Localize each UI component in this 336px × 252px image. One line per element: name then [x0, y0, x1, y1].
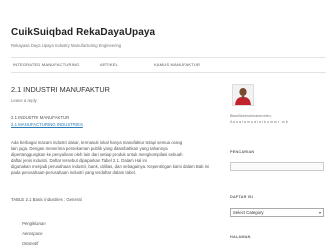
author-salam: A s s a l a m u a l a i k u m w r . w b …: [230, 120, 290, 124]
table-caption: TABLE 2.1 Basic industries : General: [11, 197, 82, 202]
category-select-value: Select Category: [233, 210, 264, 215]
author-avatar: [232, 84, 254, 106]
pages-widget-heading: HALAMAN: [230, 235, 251, 239]
post-subheading: 2.1 INDUSTRI MANUFAKTUR: [11, 115, 70, 120]
manufacturing-industries-link[interactable]: 2.1 MANUFACTURING INDUSTRIES: [11, 122, 83, 128]
table-item: Otomotif: [22, 241, 39, 246]
site-title[interactable]: CuikSuiqbad RekaDayaUpaya: [11, 27, 155, 38]
post-paragraph: Ada berbagai macam industri dasar, terma…: [11, 140, 216, 177]
search-widget-heading: PENCARIAN: [230, 150, 255, 154]
author-greeting: Bismillahirrohmanirrohim,: [230, 114, 272, 118]
category-select[interactable]: Select Category ▾: [230, 208, 324, 217]
table-item: Pengiklanan: [22, 221, 46, 226]
nav-item-artikel[interactable]: ARTIKEL: [100, 62, 118, 67]
nav-item-integrated-manufacturing[interactable]: INTEGRATED MANUFACTURING: [13, 62, 79, 67]
post-title: 2.1 INDUSTRI MANUFAKTUR: [11, 85, 110, 94]
category-widget-heading: DAFTAR ISI: [230, 195, 254, 199]
nav-item-kamus-manufaktur[interactable]: KAMUS MANUFAKTUR: [154, 62, 200, 67]
main-navigation: INTEGRATED MANUFACTURING ARTIKEL KAMUS M…: [11, 57, 326, 73]
paragraph-line: pada perusahaan-perusahaan industri yang…: [11, 170, 136, 176]
site-tagline: Rekayasa Daya Upaya Industry Manufacturi…: [11, 43, 122, 48]
search-input[interactable]: [230, 162, 324, 171]
chevron-down-icon: ▾: [318, 210, 321, 215]
leave-reply-link[interactable]: Leave a reply: [11, 98, 37, 104]
table-item: Aerospace: [22, 231, 43, 236]
avatar-image: [233, 85, 253, 105]
